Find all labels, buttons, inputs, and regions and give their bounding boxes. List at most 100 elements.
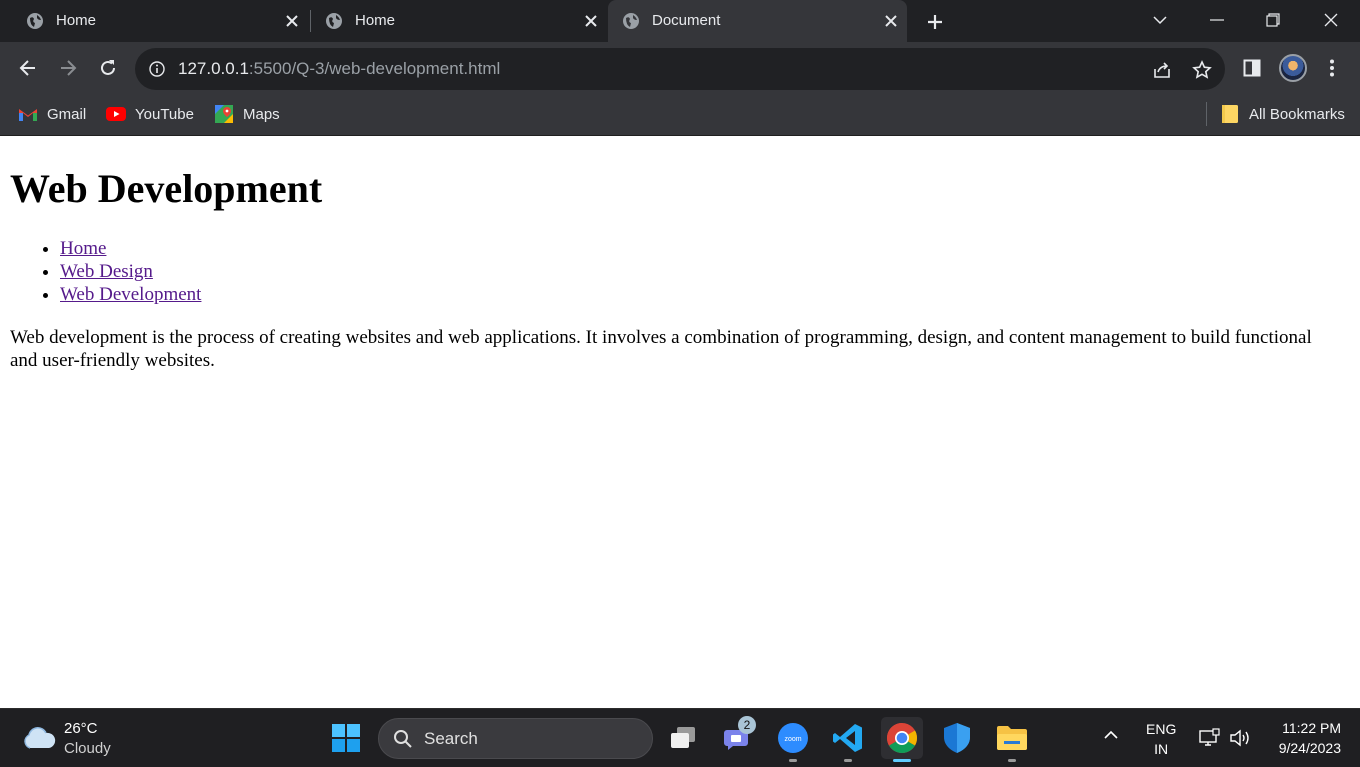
volume-button[interactable] (1229, 728, 1253, 751)
arrow-left-icon (19, 60, 35, 76)
notification-badge: 2 (738, 716, 756, 734)
nav-link-home[interactable]: Home (60, 238, 106, 259)
tab-title: Home (56, 12, 97, 29)
web-page: Web Development Home Web Design Web Deve… (0, 137, 1360, 708)
weather-temp: 26°C (64, 720, 98, 737)
url-path: :5500/Q-3/web-development.html (248, 59, 501, 78)
close-window-button[interactable] (1316, 6, 1346, 34)
taskbar-search[interactable]: Search (378, 718, 653, 759)
tab-search-button[interactable] (1145, 6, 1175, 34)
minimize-icon (1210, 19, 1224, 21)
chrome-icon (886, 723, 918, 754)
share-button[interactable] (1151, 59, 1173, 81)
info-icon[interactable] (149, 61, 165, 77)
task-view-icon (671, 727, 695, 748)
running-indicator (1008, 759, 1016, 762)
close-icon[interactable] (282, 11, 302, 31)
forward-button[interactable] (54, 54, 82, 82)
all-bookmarks-button[interactable]: All Bookmarks (1220, 103, 1345, 125)
nav-list: Home Web Design Web Development (60, 237, 201, 306)
windows-icon (332, 724, 360, 752)
globe-icon (326, 13, 342, 29)
restore-icon (1266, 13, 1280, 27)
address-bar[interactable]: 127.0.0.1:5500/Q-3/web-development.html (135, 48, 1225, 90)
vscode-icon (833, 724, 862, 752)
bookmark-label: YouTube (135, 105, 194, 123)
region-code: IN (1154, 741, 1169, 757)
clock[interactable]: 11:22 PM 9/24/2023 (1279, 718, 1341, 758)
globe-icon (27, 13, 43, 29)
youtube-icon (106, 104, 126, 124)
intro-paragraph: Web development is the process of creati… (10, 327, 1312, 371)
menu-button[interactable] (1319, 55, 1345, 81)
star-icon (1192, 60, 1212, 79)
back-button[interactable] (14, 54, 42, 82)
clock-time: 11:22 PM (1282, 720, 1341, 736)
chrome-app[interactable] (881, 717, 923, 762)
side-panel-button[interactable] (1239, 55, 1265, 81)
globe-icon (623, 13, 639, 29)
gmail-icon (18, 104, 38, 124)
taskbar: 26°C Cloudy Search 2 zoom ENG IN 11:22 P… (0, 708, 1360, 767)
bookmark-gmail[interactable]: Gmail (18, 103, 86, 125)
language-indicator[interactable]: ENG IN (1146, 719, 1176, 759)
speaker-icon (1230, 729, 1249, 747)
bookmark-youtube[interactable]: YouTube (106, 103, 194, 125)
url-text[interactable]: 127.0.0.1:5500/Q-3/web-development.html (178, 59, 500, 79)
file-explorer-app[interactable] (991, 717, 1033, 762)
bookmark-label: Gmail (47, 105, 87, 123)
svg-text:zoom: zoom (784, 736, 801, 743)
nav-item: Web Development (60, 283, 201, 306)
arrow-right-icon (61, 60, 77, 76)
tab-home-1[interactable]: Home (12, 0, 308, 42)
close-icon[interactable] (581, 11, 601, 31)
reload-button[interactable] (94, 54, 122, 82)
maps-icon (214, 104, 234, 124)
vscode-app[interactable] (827, 717, 869, 762)
bookmarks-divider (1206, 102, 1207, 126)
running-indicator (844, 759, 852, 762)
teams-chat-button[interactable]: 2 (717, 716, 759, 759)
share-icon (1154, 62, 1170, 78)
close-icon (1324, 13, 1338, 27)
running-indicator (893, 759, 911, 762)
chevron-up-icon (1104, 730, 1118, 739)
nav-item: Home (60, 237, 201, 260)
zoom-app[interactable]: zoom (772, 717, 814, 762)
url-host: 127.0.0.1 (178, 59, 249, 78)
nav-link-web-development[interactable]: Web Development (60, 284, 201, 305)
tab-document[interactable]: Document (608, 0, 907, 42)
task-view-button[interactable] (662, 717, 704, 759)
close-icon[interactable] (881, 11, 901, 31)
chevron-down-icon (1153, 16, 1167, 25)
restore-button[interactable] (1258, 6, 1288, 34)
bookmark-star-button[interactable] (1191, 59, 1213, 81)
language-code: ENG (1146, 721, 1177, 737)
search-label: Search (424, 729, 478, 748)
nav-item: Web Design (60, 260, 201, 283)
cloud-icon (24, 727, 56, 749)
zoom-icon: zoom (778, 723, 808, 753)
bookmark-label: Maps (243, 105, 280, 123)
security-app[interactable] (936, 717, 978, 759)
minimize-button[interactable] (1202, 6, 1232, 34)
folder-icon (997, 726, 1027, 750)
all-bookmarks-label: All Bookmarks (1249, 105, 1345, 123)
browser-toolbar: 127.0.0.1:5500/Q-3/web-development.html (0, 42, 1360, 92)
weather-condition: Cloudy (64, 740, 111, 757)
running-indicator (789, 759, 797, 762)
search-icon (394, 730, 412, 748)
network-button[interactable] (1199, 728, 1221, 751)
show-hidden-icons-button[interactable] (1103, 727, 1119, 743)
nav-link-web-design[interactable]: Web Design (60, 261, 153, 282)
bookmarks-bar: Gmail YouTube Maps All Bookmarks (0, 92, 1360, 136)
plus-icon (928, 15, 942, 29)
profile-avatar[interactable] (1279, 54, 1307, 82)
tab-strip: Home Home Document (0, 0, 1360, 42)
start-button[interactable] (325, 717, 367, 759)
clock-date: 9/24/2023 (1278, 740, 1341, 756)
bookmark-maps[interactable]: Maps (214, 103, 280, 125)
shield-icon (944, 723, 970, 753)
new-tab-button[interactable] (922, 9, 948, 35)
tab-home-2[interactable]: Home (311, 0, 607, 42)
